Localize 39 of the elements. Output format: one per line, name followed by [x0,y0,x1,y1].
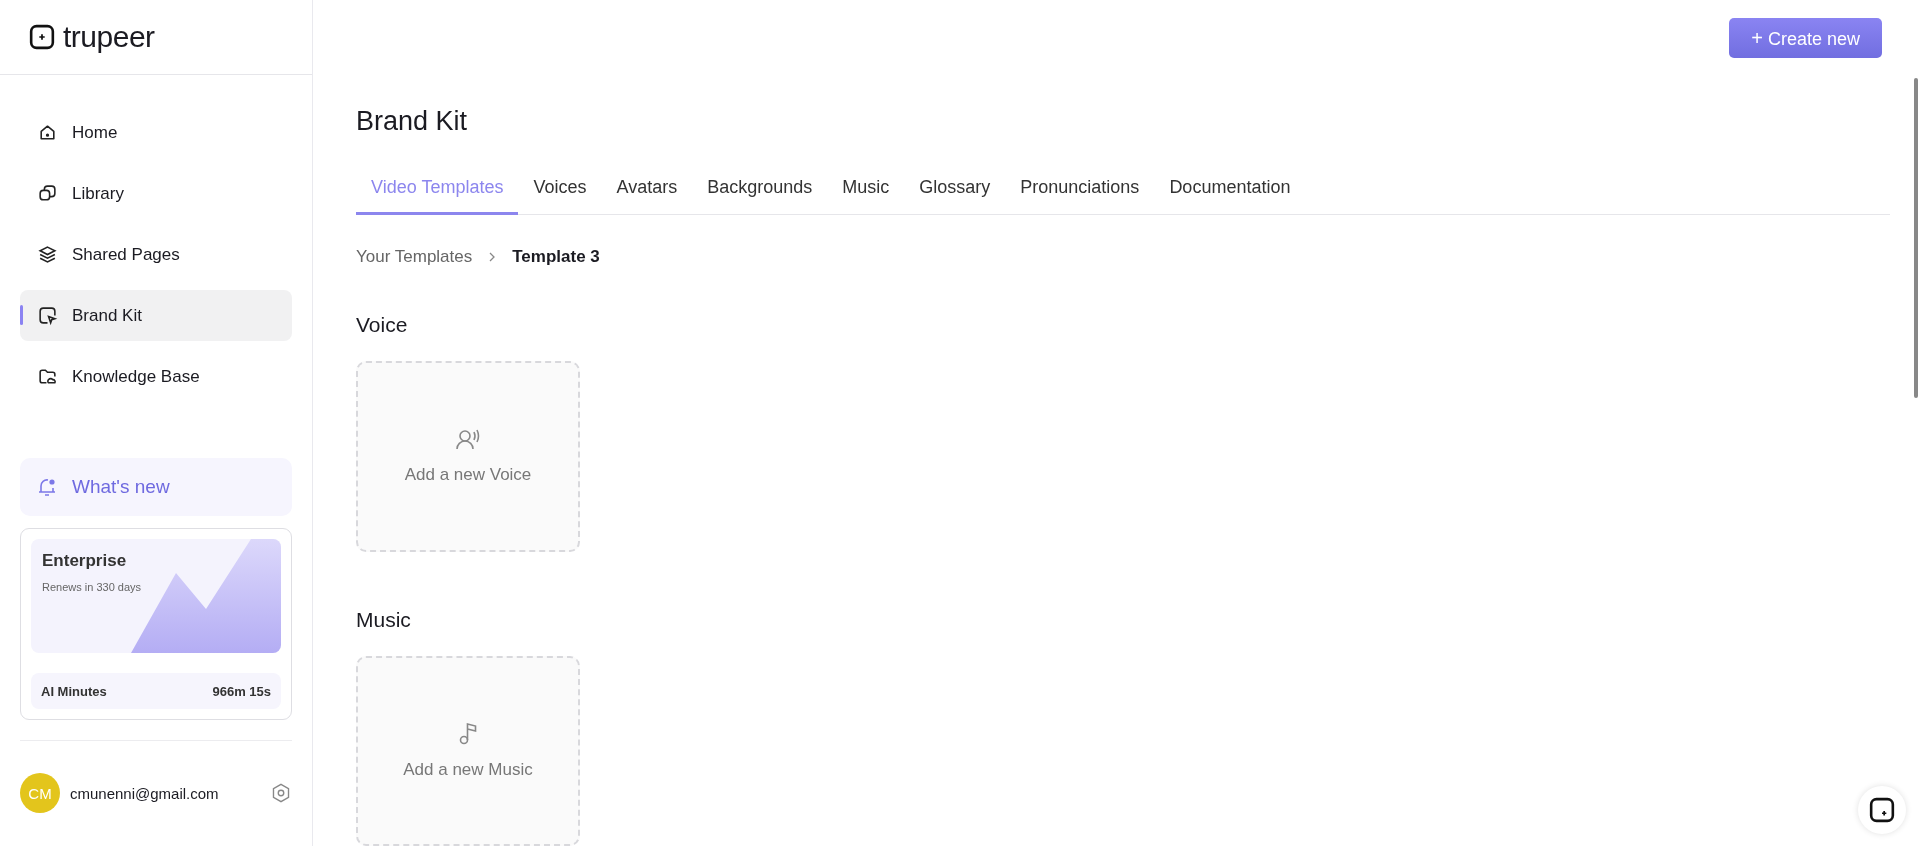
help-button[interactable] [1858,786,1906,834]
squares-icon [37,183,58,204]
renewal-text: Renews in 330 days [42,581,143,593]
house-icon [37,122,58,143]
folder-icon [37,366,58,387]
tab[interactable]: Avatars [601,167,693,215]
tab[interactable]: Glossary [904,167,1006,215]
create-new-button[interactable]: + Create new [1729,18,1882,58]
usage-label: AI Minutes [41,683,107,699]
section-title: Voice [356,313,408,337]
scrollbar[interactable] [1914,78,1918,398]
tab[interactable]: Voices [518,167,602,215]
nav-item[interactable]: Shared Pages [20,229,292,280]
tab[interactable]: Music [827,167,905,215]
add-card[interactable]: Add a new Voice [356,361,580,552]
section-title: Music [356,607,411,632]
speaking-person-icon [455,427,481,452]
nav-item[interactable]: Knowledge Base [20,351,292,402]
nav-item[interactable]: Brand Kit [20,290,292,341]
logo-icon [1869,797,1895,823]
nav-item[interactable]: Home [20,107,292,158]
tab[interactable]: Documentation [1154,167,1306,215]
logo-text: trupeer [63,20,155,54]
tab[interactable]: Backgrounds [692,167,828,215]
bell-icon [36,476,58,498]
add-card[interactable]: Add a new Music [356,655,580,846]
logo-icon [29,24,55,50]
whats-new-button[interactable]: What's new [20,458,292,516]
nav-item[interactable]: Library [20,168,292,219]
breadcrumb-link[interactable]: Your Templates [356,247,473,267]
music-note-icon [458,721,478,746]
usage-value: 966m 15s [212,683,271,699]
user-email: cmunenni@gmail.com [70,784,220,802]
settings-icon[interactable] [270,782,292,804]
plan-name: Enterprise [42,551,128,571]
page-title: Brand Kit [356,106,468,137]
breadcrumb-link[interactable]: Template 3 [512,247,600,267]
tab[interactable]: Pronunciations [1005,167,1155,215]
layers-icon [37,244,58,265]
